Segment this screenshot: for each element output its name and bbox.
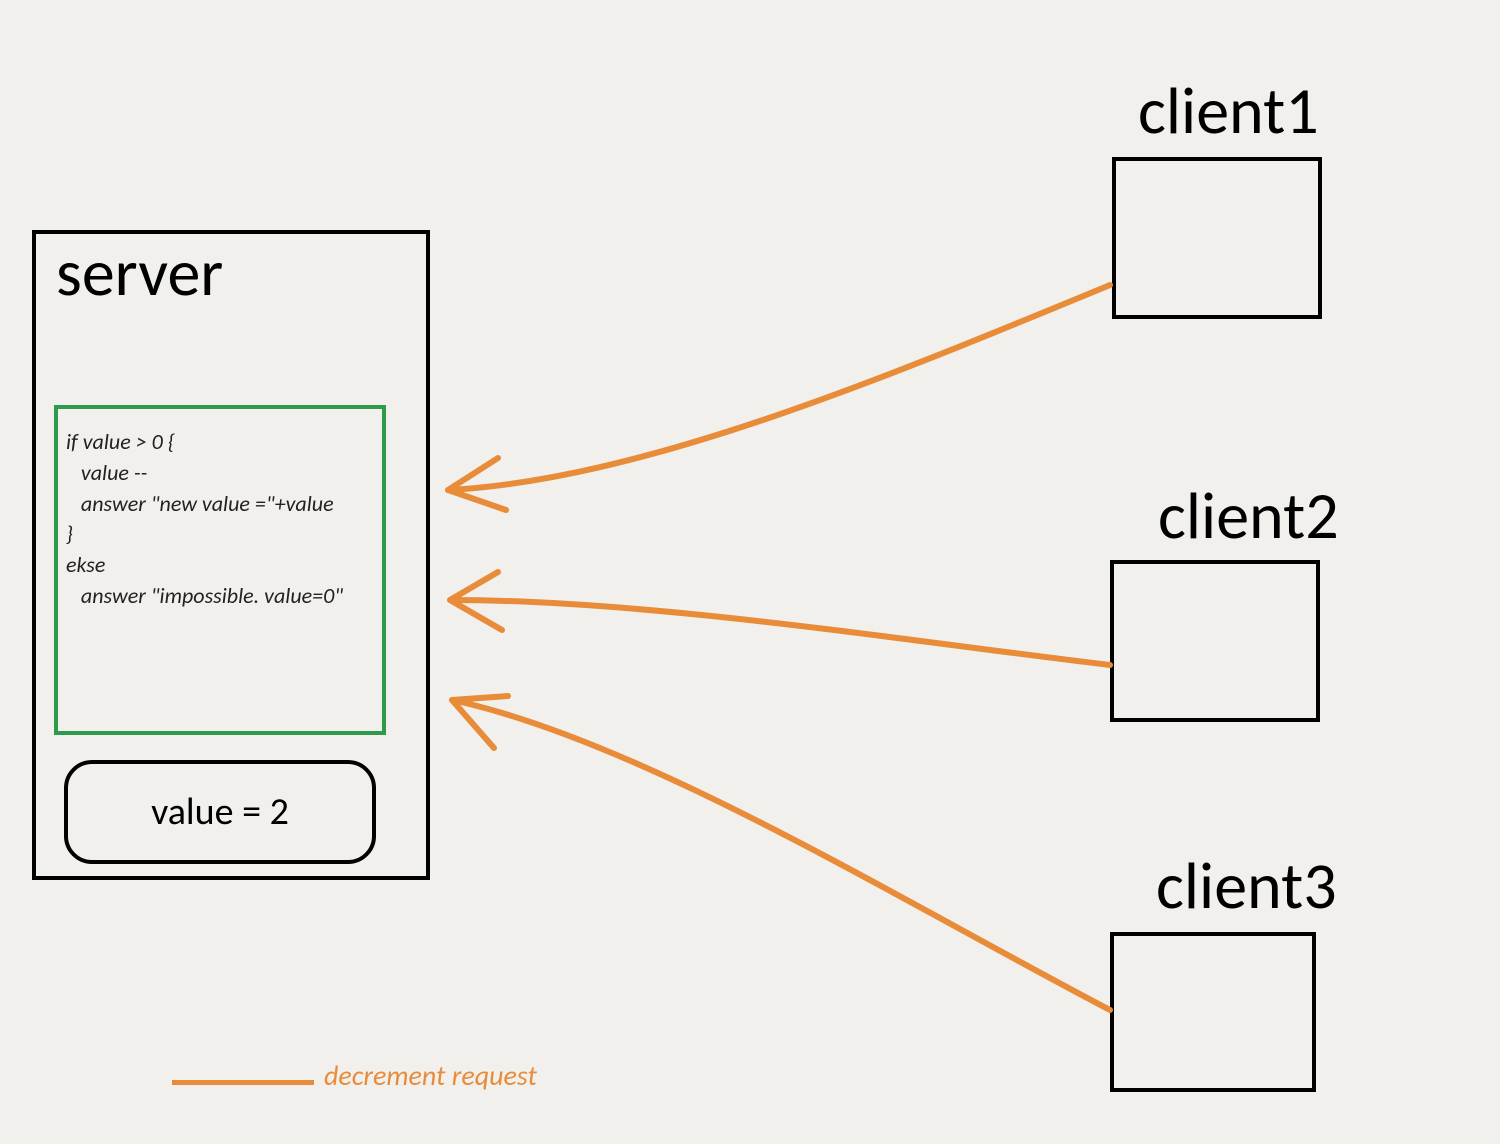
server-code-text: if value > 0 { value -- answer "new valu… — [66, 427, 374, 612]
client1-box — [1112, 157, 1322, 319]
diagram-canvas: server if value > 0 { value -- answer "n… — [0, 0, 1500, 1144]
server-code-box: if value > 0 { value -- answer "new valu… — [54, 405, 386, 735]
client2-label: client2 — [1158, 475, 1339, 556]
client2-box — [1110, 560, 1320, 722]
server-label: server — [56, 232, 223, 313]
client1-label: client1 — [1138, 70, 1319, 151]
client3-box — [1110, 932, 1316, 1092]
legend-label: decrement request — [324, 1058, 537, 1093]
arrow-client2 — [450, 572, 1110, 665]
legend-line — [172, 1080, 314, 1085]
arrow-client3 — [452, 696, 1110, 1010]
server-value-box: value = 2 — [64, 760, 376, 864]
server-value-text: value = 2 — [151, 789, 289, 835]
arrow-client1 — [448, 285, 1110, 510]
client3-label: client3 — [1156, 845, 1337, 926]
